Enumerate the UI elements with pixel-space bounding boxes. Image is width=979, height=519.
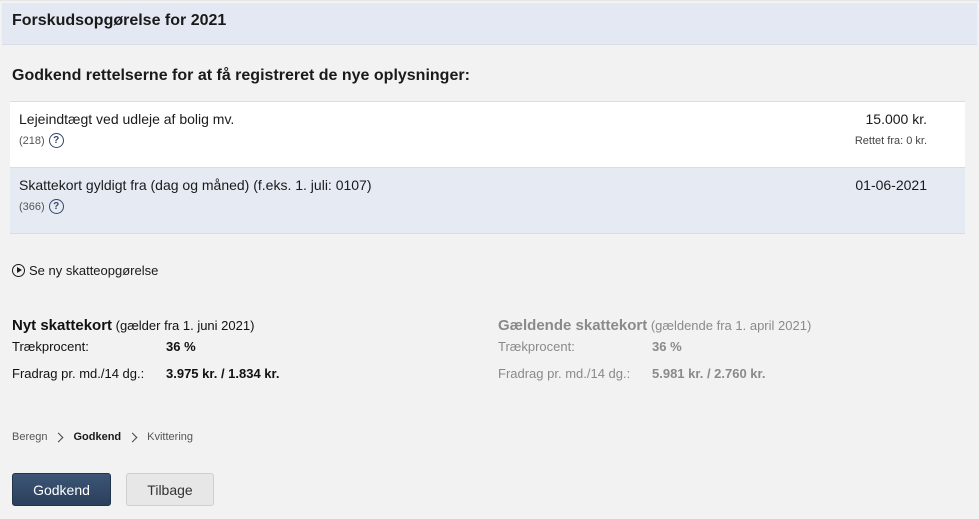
change-value: 01-06-2021 <box>855 177 927 193</box>
change-row-taxcard-valid-from: Skattekort gyldigt fra (dag og måned) (f… <box>10 168 965 234</box>
show-new-tax-assessment-link[interactable]: Se ny skatteopgørelse <box>12 263 158 278</box>
deduction-row: Fradrag pr. md./14 dg.: 3.975 kr. / 1.83… <box>12 366 432 393</box>
card-subtitle: (gældende fra 1. april 2021) <box>650 318 812 333</box>
card-subtitle: (gælder fra 1. juni 2021) <box>115 318 255 333</box>
rate-value: 36 % <box>652 339 682 354</box>
change-label: Skattekort gyldigt fra (dag og måned) (f… <box>19 177 372 193</box>
section-heading: Godkend rettelserne for at få registrere… <box>12 67 470 84</box>
breadcrumb: Beregn Godkend Kvittering <box>12 431 193 443</box>
help-icon[interactable]: ? <box>48 133 64 148</box>
approve-button[interactable]: Godkend <box>12 473 111 506</box>
page-title: Forskudsopgørelse for 2021 <box>12 12 227 29</box>
deduction-row: Fradrag pr. md./14 dg.: 5.981 kr. / 2.76… <box>498 366 918 393</box>
card-header: Gældende skattekort (gældende fra 1. apr… <box>498 317 918 339</box>
rate-value: 36 % <box>166 339 196 354</box>
card-header: Nyt skattekort (gælder fra 1. juni 2021) <box>12 317 432 339</box>
deduction-value: 5.981 kr. / 2.760 kr. <box>652 366 766 381</box>
rate-label: Trækprocent: <box>12 339 89 354</box>
rate-label: Trækprocent: <box>498 339 575 354</box>
show-link-label: Se ny skatteopgørelse <box>29 263 159 278</box>
changed-from-note: Rettet fra: 0 kr. <box>854 135 927 147</box>
play-circle-icon <box>12 264 25 277</box>
change-label: Lejeindtægt ved udleje af bolig mv. <box>19 111 235 127</box>
chevron-right-icon <box>54 432 64 442</box>
change-row-rental-income: Lejeindtægt ved udleje af bolig mv. (218… <box>10 101 965 168</box>
deduction-label: Fradrag pr. md./14 dg.: <box>498 366 631 381</box>
field-code: (218) <box>19 134 45 147</box>
chevron-right-icon <box>127 432 138 442</box>
deduction-value: 3.975 kr. / 1.834 kr. <box>166 366 280 381</box>
change-code: (218) ? <box>19 133 64 148</box>
card-title: Gældende skattekort <box>498 317 648 334</box>
card-title: Nyt skattekort <box>12 317 113 334</box>
title-bar: Forskudsopgørelse for 2021 <box>2 3 977 45</box>
back-button[interactable]: Tilbage <box>126 473 214 506</box>
breadcrumb-step-receipt: Kvittering <box>147 431 194 443</box>
breadcrumb-step-calculate: Beregn <box>12 431 48 443</box>
help-icon[interactable]: ? <box>48 199 64 214</box>
rate-row: Trækprocent: 36 % <box>498 339 918 366</box>
change-code: (366) ? <box>19 199 64 214</box>
breadcrumb-step-approve: Godkend <box>73 431 122 443</box>
change-value: 15.000 kr. <box>865 111 928 127</box>
deduction-label: Fradrag pr. md./14 dg.: <box>12 366 145 381</box>
new-taxcard-summary: Nyt skattekort (gælder fra 1. juni 2021)… <box>12 317 432 393</box>
current-taxcard-summary: Gældende skattekort (gældende fra 1. apr… <box>498 317 918 393</box>
field-code: (366) <box>19 200 45 213</box>
page: Forskudsopgørelse for 2021 Godkend rette… <box>0 0 979 519</box>
rate-row: Trækprocent: 36 % <box>12 339 432 366</box>
